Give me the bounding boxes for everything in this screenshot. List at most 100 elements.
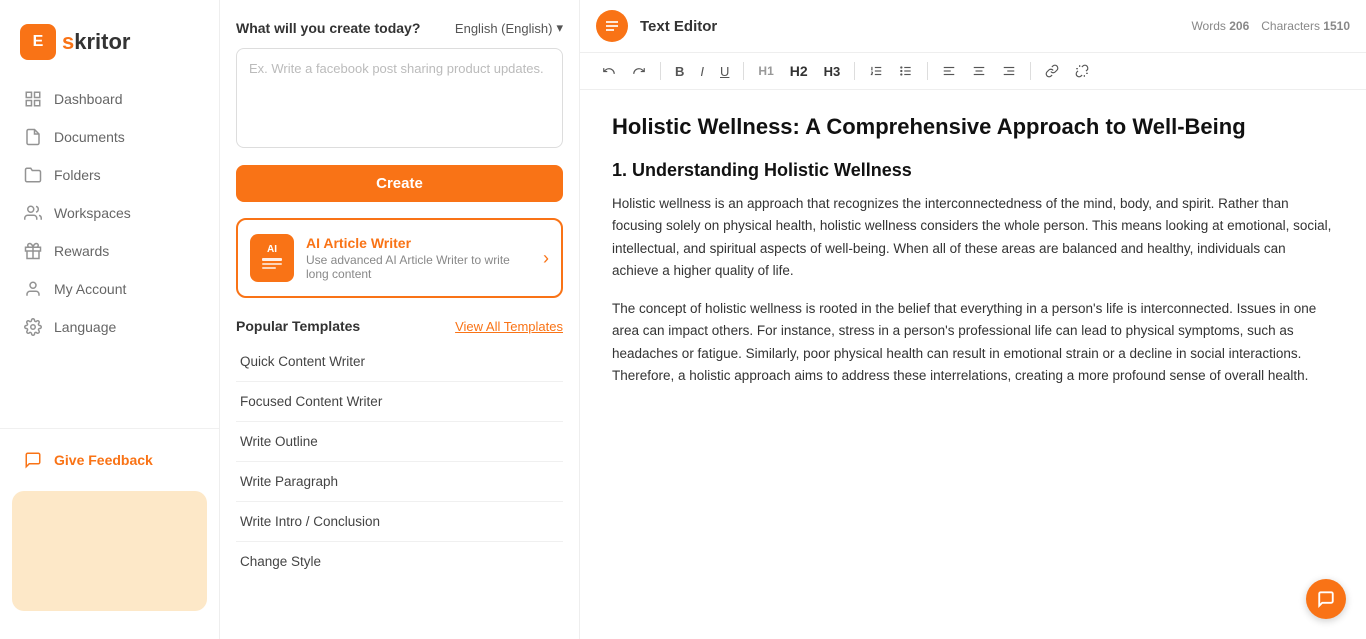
- unlink-icon: [1075, 64, 1089, 78]
- ai-writer-icon: AI: [250, 234, 294, 282]
- template-item-focused-content[interactable]: Focused Content Writer: [236, 382, 563, 422]
- users-icon: [24, 204, 42, 222]
- link-icon: [1045, 64, 1059, 78]
- align-left-icon: [604, 18, 620, 34]
- ai-icon-label: AI: [267, 244, 277, 255]
- settings-icon: [24, 318, 42, 336]
- sidebar-item-my-account[interactable]: My Account: [12, 270, 207, 308]
- template-item-write-outline[interactable]: Write Outline: [236, 422, 563, 462]
- user-icon: [24, 280, 42, 298]
- align-left-toolbar-icon: [942, 64, 956, 78]
- sidebar-item-workspaces[interactable]: Workspaces: [12, 194, 207, 232]
- chat-icon: [1317, 590, 1335, 608]
- align-right-icon: [1002, 64, 1016, 78]
- sidebar-item-rewards[interactable]: Rewards: [12, 232, 207, 270]
- toolbar-sep-3: [854, 62, 855, 80]
- word-count-area: Words 206 Characters 1510: [1191, 19, 1350, 33]
- template-list: Quick Content Writer Focused Content Wri…: [236, 342, 563, 581]
- underline-button[interactable]: U: [714, 60, 735, 83]
- sidebar-item-documents[interactable]: Documents: [12, 118, 207, 156]
- sidebar-item-language-label: Language: [54, 319, 116, 335]
- sidebar-item-myaccount-label: My Account: [54, 281, 126, 297]
- create-section: What will you create today? English (Eng…: [236, 20, 563, 202]
- sidebar-item-folders[interactable]: Folders: [12, 156, 207, 194]
- promo-box: [12, 491, 207, 611]
- align-center-icon: [972, 64, 986, 78]
- sidebar-item-dashboard-label: Dashboard: [54, 91, 123, 107]
- undo-button[interactable]: [596, 60, 622, 82]
- h3-button[interactable]: H3: [818, 60, 847, 83]
- view-all-templates-link[interactable]: View All Templates: [455, 319, 563, 334]
- unordered-list-button[interactable]: [893, 60, 919, 82]
- language-label: English (English): [455, 21, 553, 36]
- article-icon: [261, 257, 283, 273]
- gift-icon: [24, 242, 42, 260]
- h2-button[interactable]: H2: [784, 59, 814, 83]
- language-selector[interactable]: English (English) ▾: [455, 20, 563, 36]
- document-title: Holistic Wellness: A Comprehensive Appro…: [612, 114, 1334, 140]
- ordered-list-icon: [869, 64, 883, 78]
- toolbar-sep-2: [743, 62, 744, 80]
- toolbar-sep-5: [1030, 62, 1031, 80]
- ai-writer-desc: Use advanced AI Article Writer to write …: [306, 253, 531, 281]
- sidebar-item-dashboard[interactable]: Dashboard: [12, 80, 207, 118]
- file-icon: [24, 128, 42, 146]
- middle-panel: What will you create today? English (Eng…: [220, 0, 580, 639]
- create-title: What will you create today?: [236, 20, 420, 36]
- redo-icon: [632, 64, 646, 78]
- template-item-quick-content[interactable]: Quick Content Writer: [236, 342, 563, 382]
- sidebar-item-give-feedback[interactable]: Give Feedback: [12, 441, 207, 479]
- paragraph-2: The concept of holistic wellness is root…: [612, 298, 1334, 387]
- template-item-change-style[interactable]: Change Style: [236, 542, 563, 581]
- text-editor-panel: Text Editor Words 206 Characters 1510 B …: [580, 0, 1366, 639]
- chevron-down-icon: ▾: [556, 20, 563, 36]
- redo-button[interactable]: [626, 60, 652, 82]
- paragraph-1: Holistic wellness is an approach that re…: [612, 193, 1334, 282]
- align-left-button[interactable]: [936, 60, 962, 82]
- logo-icon: E: [20, 24, 56, 60]
- create-input[interactable]: [236, 48, 563, 148]
- popular-templates-title: Popular Templates: [236, 318, 360, 334]
- sidebar-item-workspaces-label: Workspaces: [54, 205, 131, 221]
- bold-button[interactable]: B: [669, 60, 690, 83]
- give-feedback-label: Give Feedback: [54, 452, 153, 468]
- template-item-write-intro[interactable]: Write Intro / Conclusion: [236, 502, 563, 542]
- ordered-list-button[interactable]: [863, 60, 889, 82]
- sidebar-item-folders-label: Folders: [54, 167, 101, 183]
- align-center-button[interactable]: [966, 60, 992, 82]
- grid-icon: [24, 90, 42, 108]
- h1-button[interactable]: H1: [752, 60, 779, 82]
- create-header: What will you create today? English (Eng…: [236, 20, 563, 36]
- template-item-write-paragraph[interactable]: Write Paragraph: [236, 462, 563, 502]
- toolbar-sep-1: [660, 62, 661, 80]
- logo-text: skritor: [62, 29, 131, 55]
- unordered-list-icon: [899, 64, 913, 78]
- editor-icon: [596, 10, 628, 42]
- logo: E skritor: [20, 24, 199, 60]
- toolbar-sep-4: [927, 62, 928, 80]
- editor-header: Text Editor Words 206 Characters 1510: [580, 0, 1366, 53]
- editor-toolbar: B I U H1 H2 H3: [580, 53, 1366, 90]
- sidebar-item-language[interactable]: Language: [12, 308, 207, 346]
- chevron-right-icon: ›: [543, 248, 549, 269]
- editor-content[interactable]: Holistic Wellness: A Comprehensive Appro…: [580, 90, 1366, 639]
- chat-bubble-button[interactable]: [1306, 579, 1346, 619]
- feedback-icon: [24, 451, 42, 469]
- undo-icon: [602, 64, 616, 78]
- nav-bottom: Give Feedback: [0, 428, 219, 479]
- sidebar-item-documents-label: Documents: [54, 129, 125, 145]
- align-right-button[interactable]: [996, 60, 1022, 82]
- unlink-button[interactable]: [1069, 60, 1095, 82]
- logo-area: E skritor: [0, 16, 219, 80]
- characters-label: Characters 1510: [1261, 19, 1350, 33]
- create-button[interactable]: Create: [236, 165, 563, 202]
- sidebar-item-rewards-label: Rewards: [54, 243, 109, 259]
- ai-writer-title: AI Article Writer: [306, 235, 531, 251]
- sidebar: E skritor Dashboard Documents Folders Wo…: [0, 0, 220, 639]
- editor-title: Text Editor: [640, 18, 717, 35]
- nav-items: Dashboard Documents Folders Workspaces R…: [0, 80, 219, 420]
- italic-button[interactable]: I: [694, 60, 710, 83]
- words-label: Words 206: [1191, 19, 1249, 33]
- link-button[interactable]: [1039, 60, 1065, 82]
- ai-article-writer-card[interactable]: AI AI Article Writer Use advanced AI Art…: [236, 218, 563, 298]
